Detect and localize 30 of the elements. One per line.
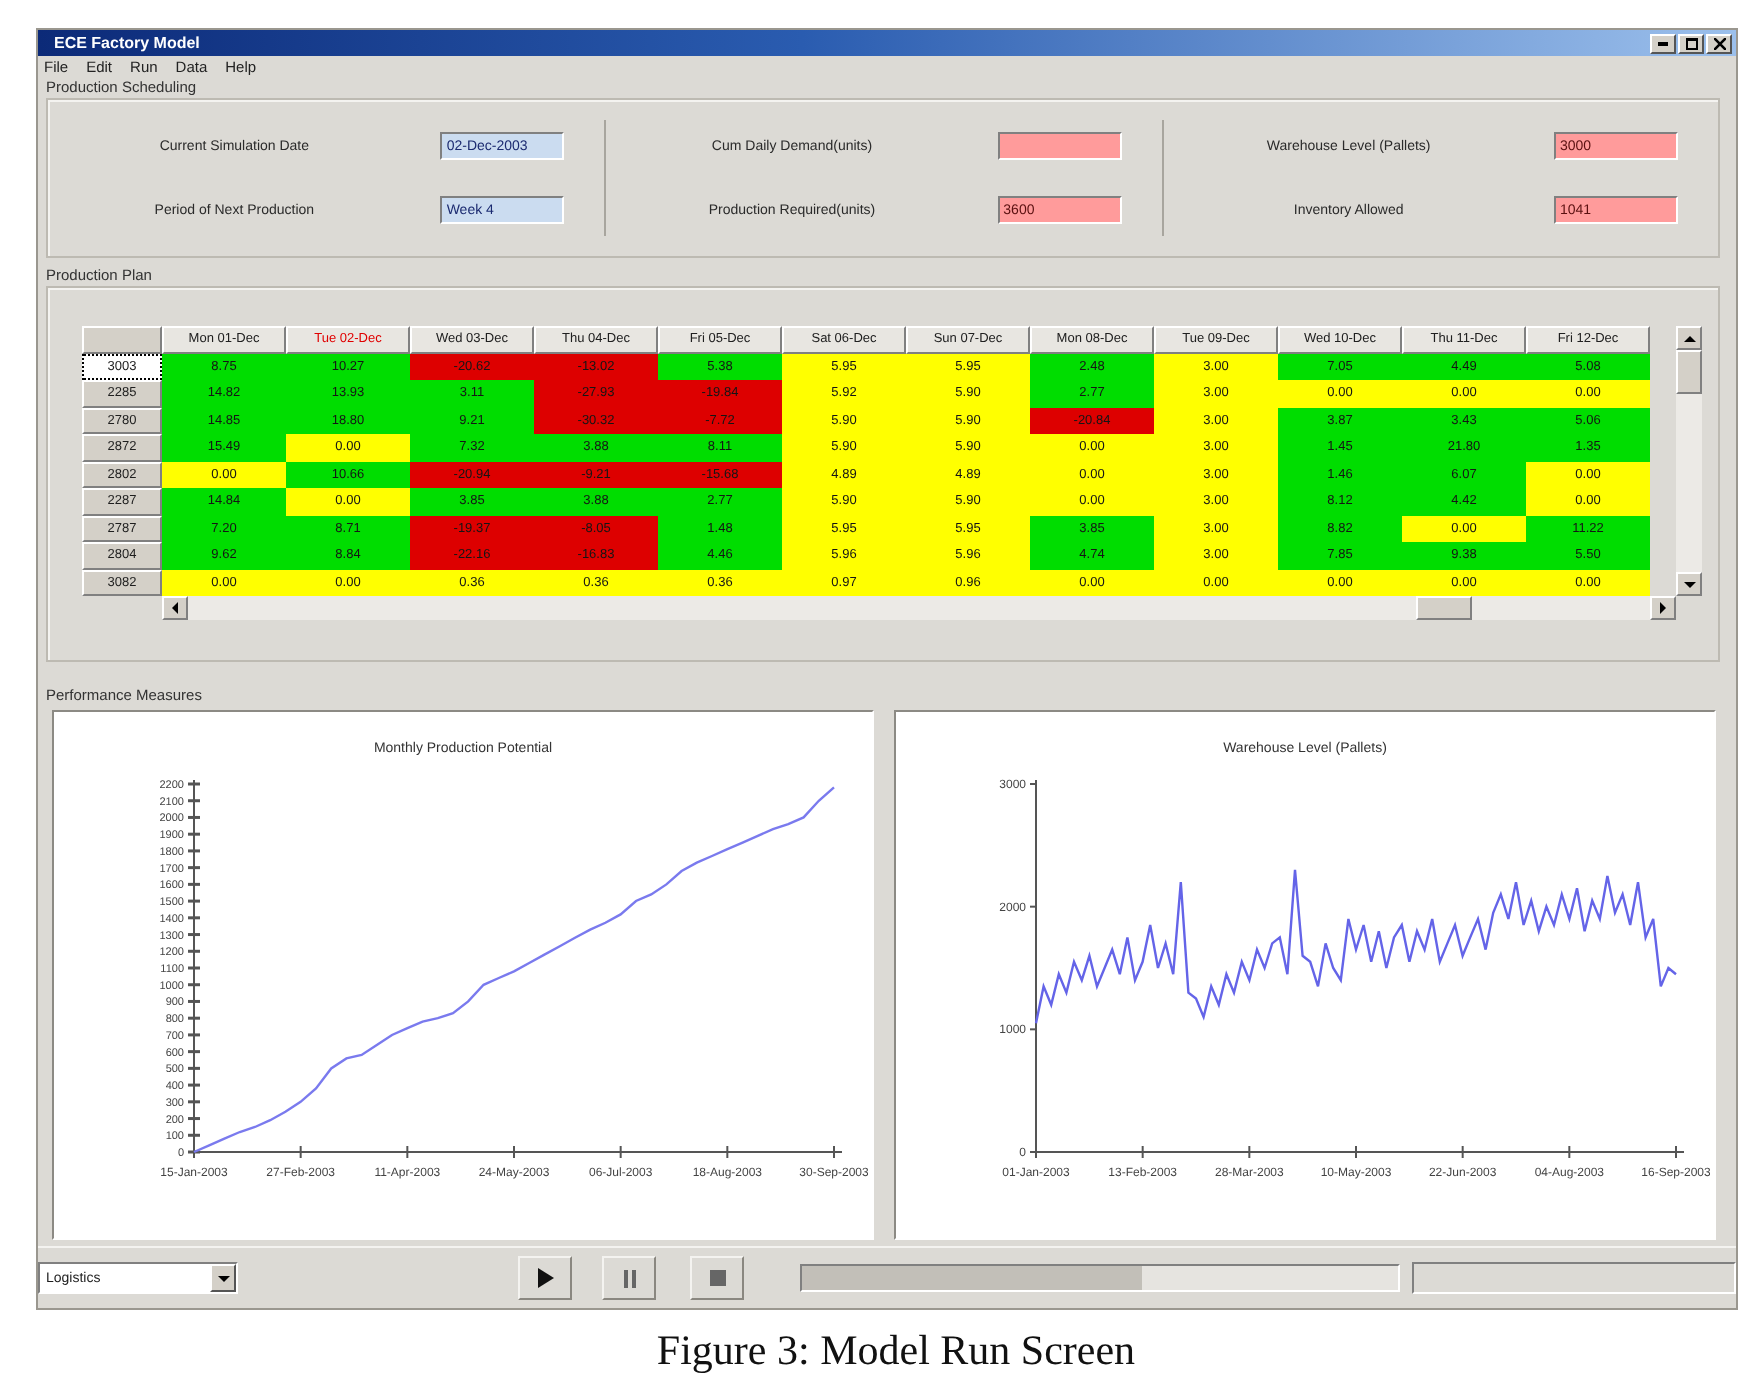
close-icon — [1713, 37, 1725, 49]
stop-icon — [709, 1270, 725, 1286]
horizontal-scrollbar[interactable] — [162, 596, 1676, 620]
minimize-button[interactable] — [1650, 33, 1676, 53]
window-title: ECE Factory Model — [54, 33, 200, 53]
caret-down-icon — [1683, 581, 1695, 587]
input-field[interactable] — [997, 132, 1122, 160]
pause-icon — [623, 1269, 635, 1287]
scrollbar-thumb[interactable] — [1676, 350, 1702, 394]
caret-left-icon — [172, 602, 178, 614]
pause-button[interactable] — [602, 1256, 656, 1300]
scroll-right-button[interactable] — [1650, 596, 1676, 620]
scroll-up-button[interactable] — [1676, 326, 1702, 350]
header-corner — [82, 326, 162, 353]
scroll-left-button[interactable] — [162, 596, 188, 620]
caret-up-icon — [1683, 335, 1695, 341]
dropdown-button[interactable] — [210, 1264, 236, 1292]
stop-button[interactable] — [690, 1256, 744, 1300]
caret-right-icon — [1660, 602, 1666, 614]
play-button[interactable] — [518, 1256, 572, 1300]
scroll-down-button[interactable] — [1676, 572, 1702, 596]
minimize-icon — [1658, 41, 1668, 45]
figure-caption: Figure 3: Model Run Screen — [656, 1325, 1136, 1375]
caret-down-icon — [217, 1275, 229, 1281]
play-icon — [537, 1268, 553, 1288]
maximize-button[interactable] — [1678, 33, 1704, 53]
vertical-scrollbar[interactable] — [1676, 326, 1702, 596]
maximize-icon — [1685, 37, 1697, 49]
scrollbar-thumb[interactable] — [1416, 596, 1473, 620]
close-button[interactable] — [1706, 33, 1732, 53]
